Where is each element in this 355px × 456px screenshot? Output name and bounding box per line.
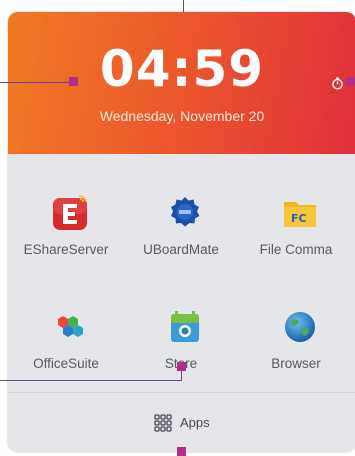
timer-icon[interactable]	[331, 77, 344, 90]
annotation-line-store-h	[0, 380, 182, 381]
uboardmate-icon	[171, 197, 200, 227]
clock-header: 04:59 Wednesday, November 20	[8, 12, 355, 154]
app-officesuite[interactable]: OfficeSuite	[10, 294, 122, 394]
annotation-marker-timer	[346, 77, 355, 86]
annotation-marker-apps	[177, 447, 186, 456]
app-eshareserver[interactable]: EShareServer	[10, 180, 122, 280]
screen: 04:59 Wednesday, November 20 EShareServe…	[0, 0, 355, 456]
annotation-line-clock	[0, 82, 70, 83]
apps-button-label: Apps	[180, 415, 210, 430]
officesuite-icon	[58, 316, 83, 337]
app-grid: EShareServer UBoardMate FC File Comma Of…	[8, 154, 355, 394]
clock-date: Wednesday, November 20	[99, 108, 265, 124]
app-label: OfficeSuite	[33, 356, 99, 371]
apps-button[interactable]: Apps	[148, 410, 218, 436]
app-browser[interactable]: Browser	[240, 294, 352, 394]
store-icon	[171, 311, 199, 342]
file-commander-icon: FC	[284, 202, 316, 227]
app-label: UBoardMate	[143, 242, 219, 257]
svg-text:FC: FC	[291, 212, 307, 225]
clock-time: 04:59	[99, 40, 265, 98]
app-label: Browser	[271, 356, 321, 371]
app-label: File Comma	[259, 242, 333, 257]
browser-icon	[285, 312, 315, 342]
app-grid-icon	[154, 414, 172, 432]
annotation-line-top	[183, 0, 184, 12]
app-uboardmate[interactable]: UBoardMate	[125, 180, 237, 280]
annotation-marker-store	[177, 362, 186, 371]
launcher-panel: 04:59 Wednesday, November 20 EShareServe…	[8, 12, 355, 452]
annotation-marker-clock	[69, 77, 78, 86]
eshare-server-icon	[53, 195, 87, 230]
app-label: EShareServer	[23, 242, 109, 257]
app-file-commander[interactable]: FC File Comma	[240, 180, 352, 280]
divider	[8, 392, 355, 393]
